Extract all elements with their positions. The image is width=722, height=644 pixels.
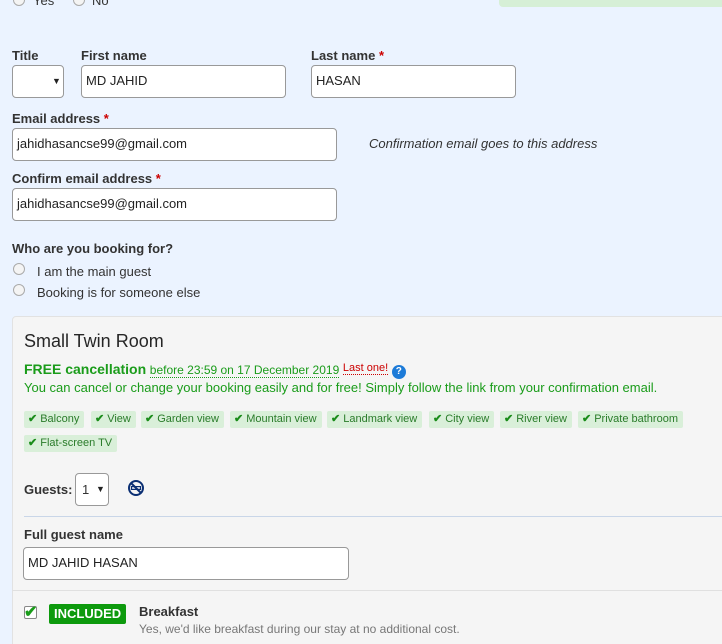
cancel-note: You can cancel or change your booking ea…	[24, 380, 658, 395]
divider	[24, 516, 722, 517]
first-name-input[interactable]: MD JAHID	[81, 65, 286, 98]
checkmark-icon: ✔	[582, 413, 592, 425]
email-hint: Confirmation email goes to this address	[369, 136, 598, 151]
confirm-email-input[interactable]: jahidhasancse99@gmail.com	[12, 188, 337, 221]
divider	[12, 590, 722, 591]
breakfast-note: Yes, we'd like breakfast during our stay…	[139, 622, 460, 636]
facility-label: View	[107, 413, 131, 425]
cancel-deadline: before 23:59 on 17 December 2019	[149, 363, 340, 378]
room-title: Small Twin Room	[24, 331, 164, 351]
free-cancellation-line: FREE cancellation before 23:59 on 17 Dec…	[24, 361, 406, 379]
email-input[interactable]: jahidhasancse99@gmail.com	[12, 128, 337, 161]
yes-label: Yes	[33, 0, 55, 8]
last-name-label-text: Last name	[311, 48, 376, 63]
facility-label: Landmark view	[343, 413, 418, 425]
free-cancellation: FREE cancellation	[24, 361, 147, 377]
guests-value: 1	[82, 482, 90, 497]
main-guest-radio[interactable]	[13, 263, 25, 275]
confirm-email-label: Confirm email address *	[12, 171, 161, 186]
email-label-text: Email address	[12, 111, 101, 126]
checkmark-icon: ✔	[145, 413, 155, 425]
facility-tag: ✔ Flat-screen TV	[24, 435, 118, 452]
checkmark-icon: ✔	[504, 413, 514, 425]
first-name-label: First name	[81, 48, 147, 63]
full-guest-name-label: Full guest name	[24, 527, 123, 542]
guests-label: Guests:	[24, 482, 73, 497]
last-name-label: Last name *	[311, 48, 384, 63]
checkmark-icon: ✔	[28, 437, 38, 449]
facility-label: Garden view	[157, 413, 219, 425]
required-mark: *	[378, 48, 384, 63]
question-icon[interactable]: ?	[391, 365, 406, 379]
title-label: Title	[12, 48, 39, 63]
chevron-down-icon: ▼	[52, 76, 61, 86]
confirm-email-label-text: Confirm email address	[12, 171, 153, 186]
included-badge: INCLUDED	[49, 604, 127, 624]
facility-tag: ✔ Mountain view	[230, 411, 322, 428]
breakfast-title: Breakfast	[139, 604, 199, 619]
guests-select[interactable]: 1 ▼	[75, 473, 109, 506]
facility-label: Balcony	[40, 413, 80, 425]
facility-tag: ✔ Balcony	[24, 411, 85, 428]
facility-label: Flat-screen TV	[40, 437, 113, 449]
no-smoking-icon	[128, 480, 144, 496]
no-radio[interactable]	[73, 0, 85, 6]
chevron-down-icon: ▼	[96, 484, 105, 494]
facility-tag: ✔ View	[91, 411, 136, 428]
info-box	[499, 0, 722, 7]
checkmark-icon: ✔	[24, 604, 38, 621]
someone-else-radio[interactable]	[13, 284, 25, 296]
last-one-badge: Last one!	[342, 362, 389, 375]
facility-tag: ✔ Garden view	[141, 411, 224, 428]
required-mark: *	[155, 171, 161, 186]
checkmark-icon: ✔	[28, 413, 38, 425]
facility-label: River view	[516, 413, 567, 425]
last-name-input[interactable]: HASAN	[311, 65, 516, 98]
email-label: Email address *	[12, 111, 109, 126]
required-mark: *	[103, 111, 109, 126]
facility-tag: ✔ River view	[500, 411, 572, 428]
checkmark-icon: ✔	[95, 413, 105, 425]
facility-label: Private bathroom	[594, 413, 678, 425]
checkmark-icon: ✔	[331, 413, 341, 425]
main-guest-label: I am the main guest	[37, 264, 152, 279]
breakfast-checkbox[interactable]: ✔	[24, 604, 37, 621]
facility-tag: ✔ Private bathroom	[578, 411, 683, 428]
facility-tag: ✔ Landmark view	[327, 411, 423, 428]
booking-for-label: Who are you booking for?	[12, 241, 174, 256]
facility-label: Mountain view	[246, 413, 317, 425]
checkmark-icon: ✔	[433, 413, 443, 425]
facility-tag: ✔ City view	[429, 411, 495, 428]
checkmark-icon: ✔	[234, 413, 244, 425]
full-guest-name-input[interactable]: MD JAHID HASAN	[23, 547, 349, 580]
yes-radio[interactable]	[13, 0, 25, 6]
no-label: No	[92, 0, 109, 8]
facility-label: City view	[445, 413, 490, 425]
title-select[interactable]: ▼	[12, 65, 64, 98]
someone-else-label: Booking is for someone else	[37, 285, 201, 300]
